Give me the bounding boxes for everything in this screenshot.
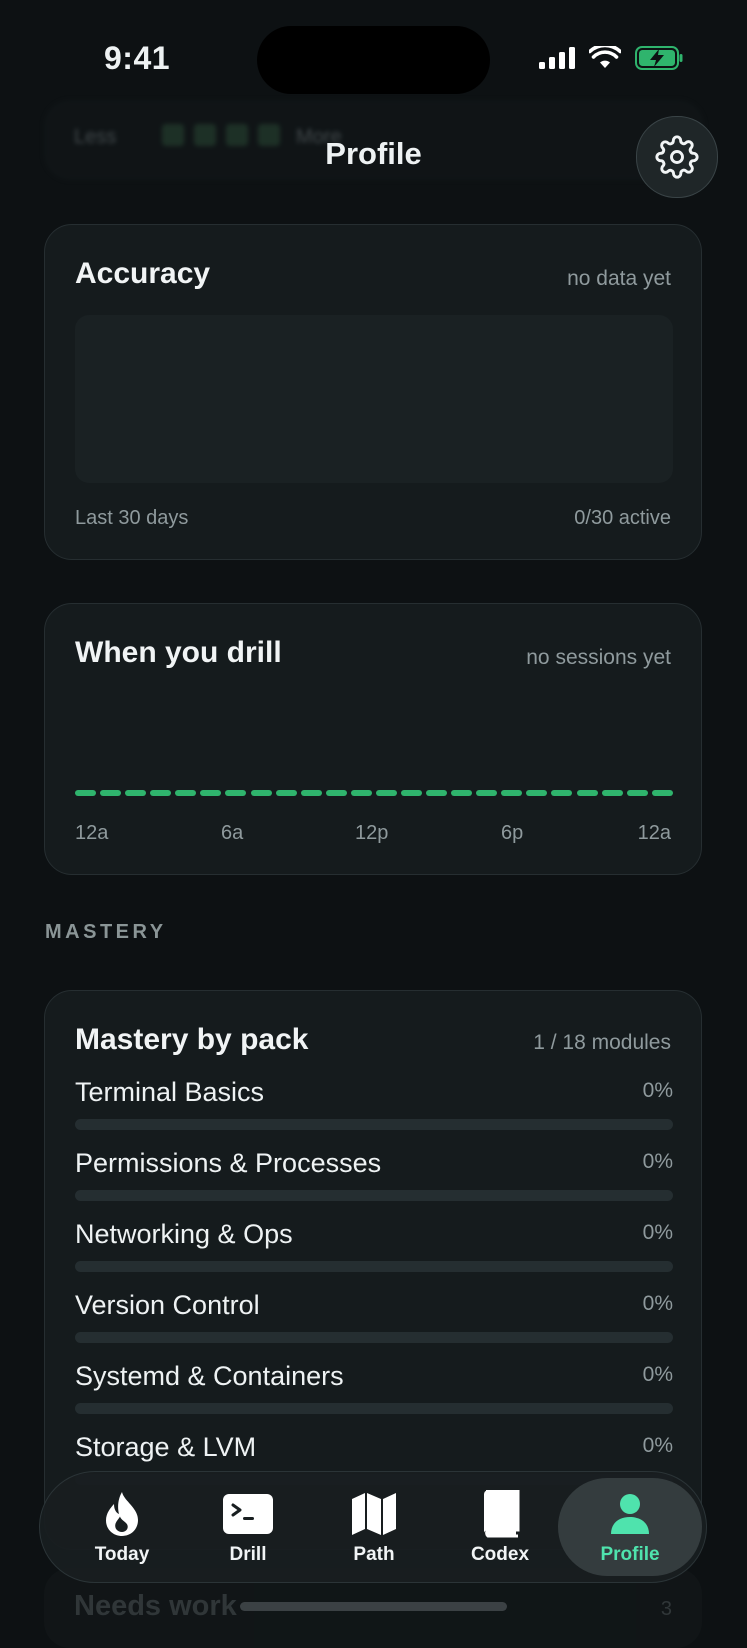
hour-dash	[225, 790, 247, 796]
time-label-6a: 6a	[221, 822, 244, 844]
status-icons	[539, 46, 683, 70]
person-icon	[611, 1494, 649, 1534]
accuracy-title: Accuracy	[75, 257, 211, 290]
hour-dash	[125, 790, 147, 796]
hour-dash	[626, 790, 648, 796]
pack-name: Version Control	[75, 1290, 260, 1320]
status-bar: 9:41	[0, 0, 747, 110]
hour-dash	[175, 790, 197, 796]
pack-row[interactable]: Terminal Basics 0%	[75, 1077, 673, 1137]
hour-dash	[150, 790, 172, 796]
pack-percent: 0%	[642, 1079, 673, 1102]
hour-dash	[250, 790, 272, 796]
pack-name: Permissions & Processes	[75, 1148, 382, 1178]
hour-dash	[551, 790, 573, 796]
terminal-icon	[223, 1494, 273, 1534]
drill-times-card: When you drill no sessions yet 12a 6a 12…	[44, 603, 702, 875]
status-time: 9:41	[104, 40, 171, 76]
map-icon	[352, 1493, 396, 1535]
settings-button[interactable]	[636, 116, 718, 198]
pack-name: Networking & Ops	[75, 1219, 293, 1249]
hour-dash	[275, 790, 297, 796]
hour-dash	[601, 790, 623, 796]
tab-profile-label: Profile	[600, 1544, 660, 1565]
pack-progress-bar	[75, 1403, 673, 1414]
accuracy-range-label: Last 30 days	[75, 507, 189, 529]
wifi-icon	[589, 46, 621, 68]
time-label-12a-start: 12a	[75, 822, 109, 844]
tab-today-label: Today	[94, 1544, 150, 1565]
pack-name: Systemd & Containers	[75, 1361, 344, 1391]
accuracy-status: no data yet	[567, 267, 671, 290]
pack-row[interactable]: Version Control 0%	[75, 1290, 673, 1350]
time-label-6p: 6p	[501, 822, 524, 844]
hour-dash	[75, 790, 96, 796]
hour-dash	[426, 790, 448, 796]
time-label-12p: 12p	[355, 822, 389, 844]
signal-icon	[539, 47, 575, 69]
hour-dash	[401, 790, 423, 796]
drill-times-status: no sessions yet	[526, 646, 671, 669]
needs-work-count: 3	[660, 1598, 672, 1620]
mastery-card: Mastery by pack 1 / 18 modules Terminal …	[44, 990, 702, 1550]
pack-row[interactable]: Systemd & Containers 0%	[75, 1361, 673, 1421]
tab-path-label: Path	[353, 1544, 395, 1565]
pack-name: Terminal Basics	[75, 1077, 265, 1107]
mastery-summary: 1 / 18 modules	[533, 1031, 671, 1054]
hour-dash	[476, 790, 498, 796]
book-icon	[484, 1490, 520, 1538]
tab-codex[interactable]: Codex	[438, 1478, 562, 1576]
tab-drill-label: Drill	[229, 1544, 267, 1565]
accuracy-chart-area	[75, 315, 673, 483]
pack-progress-bar	[75, 1190, 673, 1201]
flame-icon	[106, 1492, 138, 1536]
battery-icon	[635, 46, 683, 70]
mastery-section-label: MASTERY	[45, 921, 167, 943]
pack-name: Storage & LVM	[75, 1432, 257, 1462]
hour-dash	[526, 790, 548, 796]
gear-icon	[655, 135, 699, 179]
mastery-title: Mastery by pack	[75, 1023, 309, 1056]
tab-path[interactable]: Path	[312, 1478, 436, 1576]
tab-profile[interactable]: Profile	[558, 1478, 702, 1576]
pack-percent: 0%	[642, 1363, 673, 1386]
hour-dash	[375, 790, 397, 796]
tab-today[interactable]: Today	[60, 1478, 184, 1576]
drill-times-title: When you drill	[75, 636, 282, 669]
pack-percent: 0%	[642, 1150, 673, 1173]
hour-dash	[651, 790, 673, 796]
accuracy-active-count: 0/30 active	[574, 507, 671, 529]
pack-row[interactable]: Networking & Ops 0%	[75, 1219, 673, 1279]
tab-drill[interactable]: Drill	[186, 1478, 310, 1576]
needs-work-title: Needs work	[74, 1590, 237, 1622]
hour-dash	[576, 790, 598, 796]
hour-dash	[200, 790, 222, 796]
pack-progress-bar	[75, 1332, 673, 1343]
hour-dash	[501, 790, 523, 796]
pack-progress-bar	[75, 1261, 673, 1272]
pack-percent: 0%	[642, 1221, 673, 1244]
dynamic-island	[257, 26, 490, 94]
hour-dash	[325, 790, 347, 796]
hour-dash	[300, 790, 322, 796]
hour-dash	[350, 790, 372, 796]
tab-bar: Today Drill Path Codex Profile	[39, 1471, 707, 1583]
pack-percent: 0%	[642, 1434, 673, 1457]
hour-dash	[451, 790, 473, 796]
home-indicator	[240, 1602, 507, 1611]
tab-codex-label: Codex	[470, 1544, 530, 1565]
accuracy-card: Accuracy no data yet Last 30 days 0/30 a…	[44, 224, 702, 560]
hour-dash	[100, 790, 122, 796]
pack-progress-bar	[75, 1119, 673, 1130]
pack-row[interactable]: Permissions & Processes 0%	[75, 1148, 673, 1208]
pack-percent: 0%	[642, 1292, 673, 1315]
time-label-12a-end: 12a	[637, 822, 671, 844]
hour-baseline	[75, 790, 673, 798]
page-title: Profile	[325, 136, 422, 171]
